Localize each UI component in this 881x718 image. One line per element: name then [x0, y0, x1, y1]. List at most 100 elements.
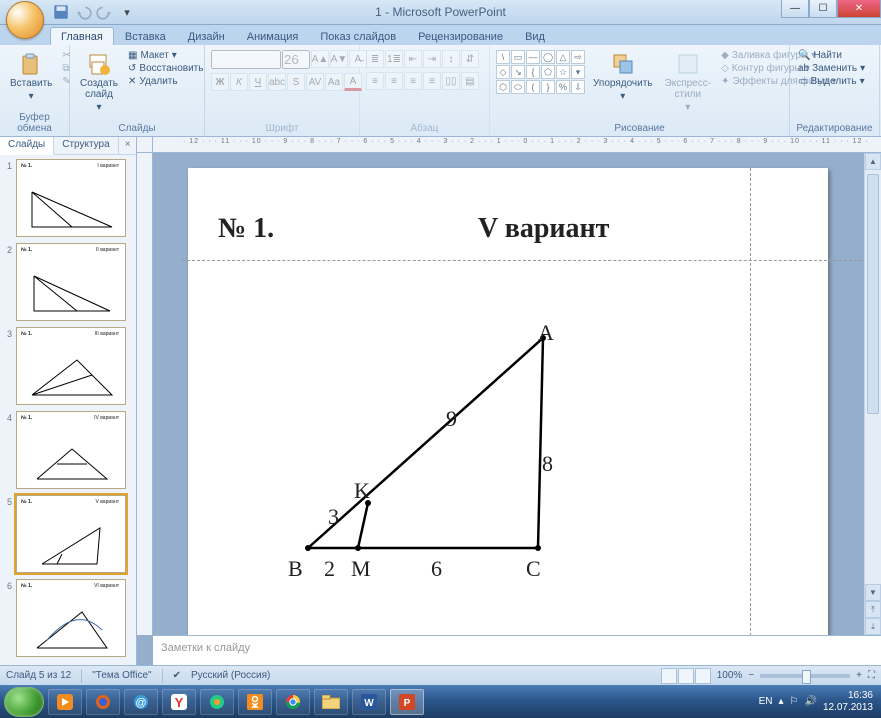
task-mail-icon[interactable]: @ — [124, 689, 158, 715]
scroll-up-icon[interactable]: ▲ — [865, 153, 881, 170]
format-painter-icon[interactable]: ✎ — [60, 76, 72, 87]
underline-button[interactable]: Ч — [249, 73, 267, 91]
shape-fill-button[interactable]: ◆ Заливка фигуры ▾ — [719, 50, 838, 61]
prev-slide-icon[interactable]: ⤒ — [865, 601, 881, 618]
numbering-icon[interactable]: 1≣ — [385, 50, 403, 68]
vertical-scrollbar[interactable]: ▲ ▼ ⤒ ⤓ — [864, 153, 881, 635]
layout-button[interactable]: ▦ Макет ▾ — [126, 50, 205, 61]
arrange-button[interactable]: Упорядочить▾ — [589, 50, 657, 104]
office-button[interactable] — [6, 1, 44, 39]
start-button[interactable] — [4, 687, 44, 717]
slide-thumb-5[interactable]: № 1.V вариант — [16, 495, 126, 573]
slide-canvas[interactable]: № 1. V вариант A B C K M 9 — [153, 153, 864, 635]
align-right-icon[interactable]: ≡ — [404, 72, 422, 90]
panel-tab-outline[interactable]: Структура — [54, 137, 118, 154]
tab-review[interactable]: Рецензирование — [407, 27, 514, 45]
task-yandex-icon[interactable]: Y — [162, 689, 196, 715]
tray-show-hidden-icon[interactable]: ▴ — [778, 696, 783, 707]
group-paragraph-label: Абзац — [366, 122, 483, 135]
char-spacing-icon[interactable]: AV — [306, 73, 324, 91]
tray-flag-icon[interactable]: ⚐ — [790, 696, 799, 707]
system-tray: EN ▴ ⚐ 🔊 16:36 12.07.2013 — [759, 685, 877, 718]
tab-home[interactable]: Главная — [50, 27, 114, 45]
status-bar: Слайд 5 из 12 "Тема Office" ✔ Русский (Р… — [0, 665, 881, 685]
zoom-in-icon[interactable]: + — [856, 670, 862, 681]
zoom-level[interactable]: 100% — [717, 670, 743, 681]
task-powerpoint-icon[interactable]: P — [390, 689, 424, 715]
task-media-icon[interactable] — [48, 689, 82, 715]
align-left-icon[interactable]: ≡ — [366, 72, 384, 90]
task-explorer-icon[interactable] — [314, 689, 348, 715]
slide-thumb-3[interactable]: № 1.III вариант — [16, 327, 126, 405]
shapes-gallery[interactable]: \▭—◯△⇨ ◇↘{⬠☆▾ ⬡⬭(}%⇩ — [496, 50, 585, 94]
justify-icon[interactable]: ≡ — [423, 72, 441, 90]
tray-volume-icon[interactable]: 🔊 — [804, 696, 816, 707]
vertical-ruler — [137, 153, 153, 635]
new-slide-button[interactable]: Создать слайд▾ — [76, 50, 122, 115]
view-normal-icon[interactable] — [661, 668, 677, 684]
scroll-down-icon[interactable]: ▼ — [865, 584, 881, 601]
tray-clock[interactable]: 16:36 12.07.2013 — [823, 690, 877, 713]
value-2: 2 — [324, 556, 335, 582]
indent-inc-icon[interactable]: ⇥ — [423, 50, 441, 68]
task-word-icon[interactable]: W — [352, 689, 386, 715]
case-button[interactable]: Aa — [325, 73, 343, 91]
maximize-button[interactable]: ☐ — [809, 0, 837, 18]
slide-editor: · 12 · · · 11 · · · 10 · · · 9 · · · 8 ·… — [137, 137, 881, 665]
zoom-out-icon[interactable]: − — [748, 670, 754, 681]
convert-smartart-icon[interactable]: ▤ — [461, 72, 479, 90]
fit-window-icon[interactable]: ⛶ — [868, 670, 875, 681]
panel-close-icon[interactable]: × — [119, 137, 137, 154]
shape-outline-button[interactable]: ◇ Контур фигуры ▾ — [719, 63, 838, 74]
notes-pane[interactable]: Заметки к слайду — [153, 635, 881, 665]
task-spark-icon[interactable] — [200, 689, 234, 715]
next-slide-icon[interactable]: ⤓ — [865, 618, 881, 635]
columns-icon[interactable]: ▯▯ — [442, 72, 460, 90]
task-firefox-icon[interactable] — [86, 689, 120, 715]
shrink-font-icon[interactable]: A▼ — [330, 50, 348, 68]
minimize-button[interactable]: — — [781, 0, 809, 18]
text-direction-icon[interactable]: ⇵ — [461, 50, 479, 68]
quick-styles-button[interactable]: Экспресс-стили▾ — [661, 50, 716, 115]
copy-icon[interactable]: ⧉ — [60, 63, 72, 74]
indent-dec-icon[interactable]: ⇤ — [404, 50, 422, 68]
view-slideshow-icon[interactable] — [695, 668, 711, 684]
paste-button[interactable]: Вставить▾ — [6, 50, 56, 104]
tab-insert[interactable]: Вставка — [114, 27, 177, 45]
zoom-slider[interactable] — [760, 674, 850, 678]
slide-thumb-2[interactable]: № 1.II вариант — [16, 243, 126, 321]
label-K: K — [354, 478, 370, 504]
shadow-button[interactable]: S — [287, 73, 305, 91]
tray-lang[interactable]: EN — [759, 696, 773, 707]
reset-button[interactable]: ↺ Восстановить — [126, 63, 205, 74]
delete-slide-button[interactable]: ✕ Удалить — [126, 76, 205, 87]
group-drawing-label: Рисование — [496, 122, 783, 135]
task-chrome-icon[interactable] — [276, 689, 310, 715]
scroll-thumb[interactable] — [867, 174, 879, 414]
italic-button[interactable]: К — [230, 73, 248, 91]
bold-button[interactable]: Ж — [211, 73, 229, 91]
bullets-icon[interactable]: ≣ — [366, 50, 384, 68]
font-size-input[interactable] — [282, 50, 310, 69]
shape-effects-button[interactable]: ✦ Эффекты для фигур ▾ — [719, 76, 838, 87]
panel-tab-slides[interactable]: Слайды — [0, 137, 54, 155]
strike-button[interactable]: abc — [268, 73, 286, 91]
font-name-input[interactable] — [211, 50, 281, 69]
view-sorter-icon[interactable] — [678, 668, 694, 684]
tab-view[interactable]: Вид — [514, 27, 556, 45]
tab-animation[interactable]: Анимация — [236, 27, 310, 45]
grow-font-icon[interactable]: A▲ — [311, 50, 329, 68]
group-slides-label: Слайды — [76, 122, 198, 135]
status-language[interactable]: Русский (Россия) — [191, 670, 270, 681]
close-button[interactable]: ✕ — [837, 0, 881, 18]
spellcheck-icon[interactable]: ✔ — [173, 670, 181, 681]
tab-slideshow[interactable]: Показ слайдов — [309, 27, 407, 45]
cut-icon[interactable]: ✂ — [60, 50, 72, 61]
slide-thumb-4[interactable]: № 1.IV вариант — [16, 411, 126, 489]
align-center-icon[interactable]: ≡ — [385, 72, 403, 90]
slide-thumb-1[interactable]: № 1.I вариант — [16, 159, 126, 237]
tab-design[interactable]: Дизайн — [177, 27, 236, 45]
task-ok-icon[interactable] — [238, 689, 272, 715]
line-spacing-icon[interactable]: ↕ — [442, 50, 460, 68]
slide-thumb-6[interactable]: № 1.VI вариант — [16, 579, 126, 657]
